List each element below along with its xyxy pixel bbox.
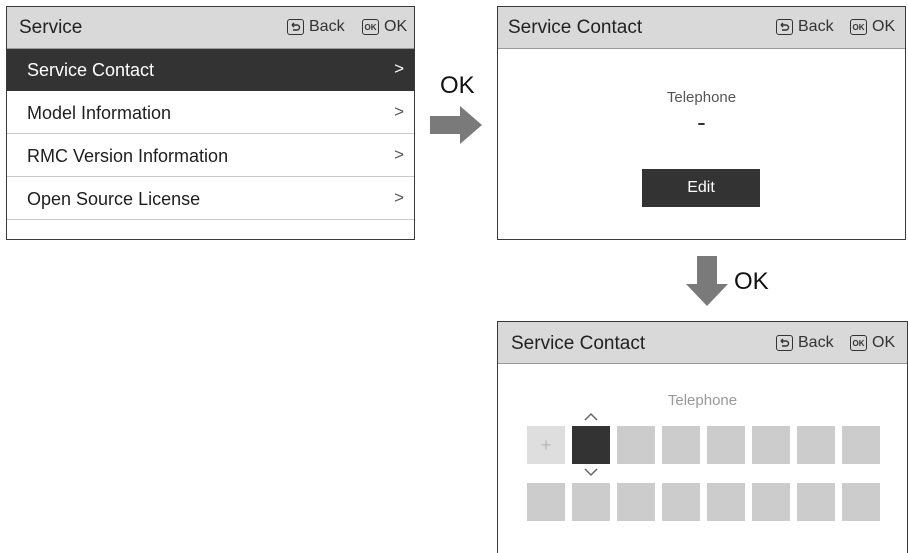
ok-hotkey[interactable]: OK OK	[362, 18, 407, 36]
chevron-down-icon[interactable]	[584, 468, 598, 477]
back-icon	[776, 19, 793, 35]
service-menu-screen: Service Back OK OK Service Contact > Mod…	[6, 6, 415, 240]
digit-cell[interactable]	[617, 483, 655, 521]
chevron-up-icon[interactable]	[584, 412, 598, 421]
digit-cell[interactable]	[662, 426, 700, 464]
digit-cell-active[interactable]	[572, 426, 610, 464]
transition-ok-label: OK	[734, 268, 769, 295]
back-hotkey[interactable]: Back	[776, 18, 834, 36]
menu-item-open-source-license[interactable]: Open Source License >	[7, 178, 414, 220]
ok-label: OK	[872, 334, 896, 351]
digit-cell[interactable]	[572, 483, 610, 521]
digit-cell[interactable]	[527, 483, 565, 521]
digit-cell[interactable]	[617, 426, 655, 464]
back-label: Back	[798, 18, 834, 35]
title-bar: Service Contact Back OK OK	[498, 322, 907, 364]
menu-item-label: Open Source License	[27, 189, 201, 209]
title-bar: Service Back OK OK	[7, 7, 414, 49]
plus-cell[interactable]: +	[527, 426, 565, 464]
screen-title: Service Contact	[508, 17, 643, 38]
back-label: Back	[798, 334, 834, 351]
telephone-edit-screen: Service Contact Back OK OK Telephone +	[497, 321, 908, 553]
digit-cell[interactable]	[797, 483, 835, 521]
ok-icon: OK	[850, 19, 867, 35]
menu-item-model-information[interactable]: Model Information >	[7, 92, 414, 134]
title-bar: Service Contact Back OK OK	[498, 7, 905, 49]
digit-cell[interactable]	[842, 483, 880, 521]
chevron-right-icon: >	[394, 59, 404, 78]
transition-ok-label: OK	[440, 72, 475, 99]
telephone-label: Telephone	[667, 392, 738, 409]
ok-label: OK	[872, 18, 896, 35]
back-icon	[287, 19, 304, 35]
digit-cell[interactable]	[707, 483, 745, 521]
telephone-label: Telephone	[666, 89, 737, 106]
ok-hotkey[interactable]: OK OK	[850, 18, 895, 36]
chevron-right-icon: >	[394, 188, 404, 207]
chevron-right-icon: >	[394, 145, 404, 164]
menu-item-label: Model Information	[27, 103, 172, 123]
ok-icon: OK	[850, 335, 867, 351]
menu-item-label: Service Contact	[27, 60, 155, 80]
menu-item-label: RMC Version Information	[27, 146, 229, 166]
back-hotkey[interactable]: Back	[776, 334, 834, 352]
arrow-right-icon	[430, 106, 482, 144]
back-icon	[776, 335, 793, 351]
digit-cell[interactable]	[842, 426, 880, 464]
digit-cell[interactable]	[662, 483, 700, 521]
digit-cell[interactable]	[707, 426, 745, 464]
digit-cell[interactable]	[752, 426, 790, 464]
edit-button[interactable]: Edit	[642, 169, 760, 207]
menu-item-rmc-version-information[interactable]: RMC Version Information >	[7, 135, 414, 177]
ok-label: OK	[384, 18, 408, 35]
digit-cell[interactable]	[797, 426, 835, 464]
screen-title: Service	[19, 17, 83, 38]
telephone-value: -	[697, 107, 706, 137]
back-label: Back	[309, 18, 345, 35]
menu-item-service-contact[interactable]: Service Contact >	[7, 49, 414, 91]
service-contact-screen: Service Contact Back OK OK Telephone - E…	[497, 6, 906, 240]
back-hotkey[interactable]: Back	[287, 18, 345, 36]
ok-icon: OK	[362, 19, 379, 35]
chevron-right-icon: >	[394, 102, 404, 121]
ok-hotkey[interactable]: OK OK	[850, 334, 895, 352]
screen-title: Service Contact	[511, 333, 646, 354]
arrow-down-icon	[686, 256, 728, 306]
digit-cell[interactable]	[752, 483, 790, 521]
